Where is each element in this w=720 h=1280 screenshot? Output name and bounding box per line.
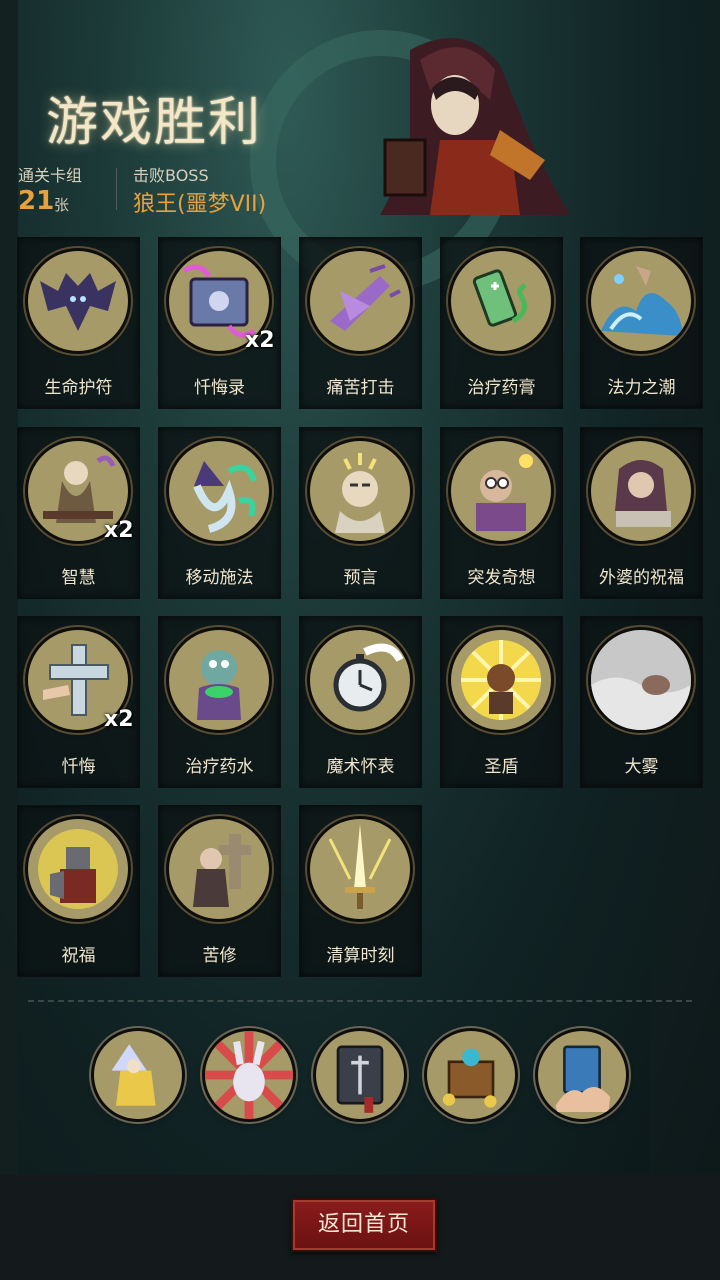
hooded-heroine-illustration [380, 38, 570, 215]
card-item[interactable]: 大雾 [580, 616, 703, 788]
card-label: 苦修 [202, 946, 237, 966]
wizard-icon [169, 441, 269, 541]
deck-label: 通关卡组 [18, 166, 83, 185]
knight-icon [28, 819, 128, 919]
card-item[interactable]: 清算时刻 [299, 805, 422, 977]
boss-name: 狼王(噩梦VII) [133, 192, 267, 217]
card-label: 治疗药膏 [467, 378, 536, 398]
card-label: 忏悔 [61, 757, 96, 777]
ointment-icon [451, 251, 551, 351]
card-item[interactable]: 突发奇想 [440, 427, 563, 599]
card-label: 预言 [343, 568, 378, 588]
background-tree-left [0, 0, 18, 1180]
card-count-badge: x2 [104, 518, 134, 543]
card-label: 圣盾 [484, 757, 519, 777]
card-item[interactable]: 法力之潮 [580, 237, 703, 409]
card-label: 大雾 [624, 757, 659, 777]
header-divider [116, 168, 117, 210]
idea-icon [451, 441, 551, 541]
return-home-button[interactable]: 返回首页 [291, 1198, 437, 1252]
page-title: 游戏胜利 [46, 93, 263, 153]
card-hand-relic-icon[interactable] [538, 1031, 626, 1119]
card-label: 智慧 [61, 568, 96, 588]
card-item[interactable]: 预言 [299, 427, 422, 599]
card-item[interactable]: 生命护符 [17, 237, 140, 409]
card-label: 祝福 [61, 946, 96, 966]
card-count-badge: x2 [245, 328, 275, 353]
bat-icon [28, 251, 128, 351]
ascetic-icon [169, 819, 269, 919]
sword-icon [310, 819, 410, 919]
grandma-icon [591, 441, 691, 541]
boss-label: 击败BOSS [133, 166, 209, 185]
holy-shield-icon [451, 630, 551, 730]
card-label: 移动施法 [185, 568, 254, 588]
card-item[interactable]: 痛苦打击 [299, 237, 422, 409]
card-label: 突发奇想 [467, 568, 536, 588]
pocket-watch-icon [310, 630, 410, 730]
card-item[interactable]: 圣盾 [440, 616, 563, 788]
card-item[interactable]: 移动施法 [158, 427, 281, 599]
card-item[interactable]: 苦修 [158, 805, 281, 977]
potion-icon [169, 630, 269, 730]
card-item[interactable]: x2 忏悔录 [158, 237, 281, 409]
card-label: 生命护符 [44, 378, 113, 398]
fog-icon [591, 630, 691, 730]
card-item[interactable]: x2 智慧 [17, 427, 140, 599]
rabbit-relic-icon[interactable] [205, 1031, 293, 1119]
deck-count: 21 [18, 186, 55, 216]
card-label: 魔术怀表 [326, 757, 395, 777]
card-item[interactable]: 魔术怀表 [299, 616, 422, 788]
card-count-badge: x2 [104, 707, 134, 732]
tome-relic-icon[interactable] [316, 1031, 404, 1119]
card-label: 外婆的祝福 [599, 568, 684, 588]
wizard-relic-icon[interactable] [94, 1031, 182, 1119]
card-label: 忏悔录 [194, 378, 245, 398]
section-divider [28, 1000, 692, 1002]
card-label: 痛苦打击 [326, 378, 395, 398]
card-item[interactable]: 治疗药水 [158, 616, 281, 788]
card-item[interactable]: x2 忏悔 [17, 616, 140, 788]
wave-icon [591, 251, 691, 351]
prophet-icon [310, 441, 410, 541]
card-item[interactable]: 祝福 [17, 805, 140, 977]
deck-unit: 张 [54, 196, 70, 214]
card-label: 法力之潮 [607, 378, 676, 398]
strike-icon [310, 251, 410, 351]
card-item[interactable]: 治疗药膏 [440, 237, 563, 409]
card-label: 清算时刻 [326, 946, 395, 966]
card-label: 治疗药水 [185, 757, 254, 777]
treasure-relic-icon[interactable] [427, 1031, 515, 1119]
card-item[interactable]: 外婆的祝福 [580, 427, 703, 599]
